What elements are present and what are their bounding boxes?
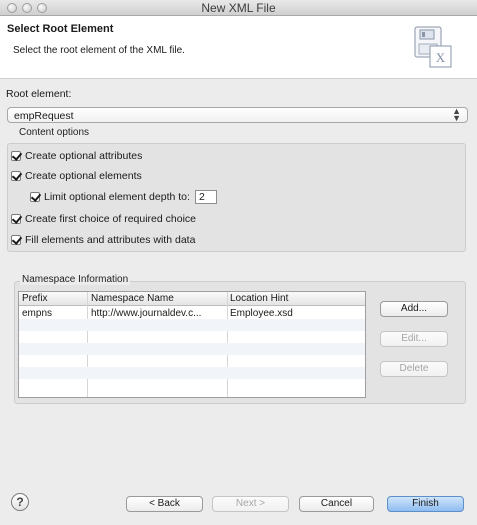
cell-namespace-name: http://www.journaldev.c... (91, 308, 202, 319)
root-element-value: empRequest (14, 110, 74, 122)
checkbox-label: Fill elements and attributes with data (25, 234, 196, 246)
create-first-choice-checkbox[interactable]: Create first choice of required choice (11, 213, 196, 225)
checkbox-label: Create first choice of required choice (25, 213, 196, 225)
checkbox-checked-icon (11, 235, 21, 245)
column-header-namespace-name[interactable]: Namespace Name (91, 293, 174, 304)
next-button[interactable]: Next > (212, 496, 289, 512)
window-titlebar: New XML File (0, 0, 477, 16)
svg-text:X: X (436, 50, 446, 65)
cancel-button[interactable]: Cancel (299, 496, 374, 512)
namespace-legend: Namespace Information (20, 274, 131, 285)
limit-depth-checkbox[interactable]: Limit optional element depth to: 2 (30, 190, 217, 204)
table-row[interactable]: empns http://www.journaldev.c... Employe… (19, 307, 365, 319)
checkbox-checked-icon (11, 171, 21, 181)
back-button[interactable]: < Back (126, 496, 203, 512)
empty-row (19, 343, 365, 355)
namespace-table[interactable]: Prefix Namespace Name Location Hint empn… (18, 291, 366, 398)
checkbox-checked-icon (11, 214, 21, 224)
checkbox-checked-icon (30, 192, 40, 202)
checkbox-label: Create optional elements (25, 170, 142, 182)
checkbox-label: Limit optional element depth to: (44, 191, 190, 203)
cell-prefix: empns (22, 308, 53, 319)
create-optional-elements-checkbox[interactable]: Create optional elements (11, 170, 142, 182)
edit-namespace-button[interactable]: Edit... (380, 331, 448, 347)
column-header-location-hint[interactable]: Location Hint (230, 293, 288, 304)
fill-elements-checkbox[interactable]: Fill elements and attributes with data (11, 234, 195, 246)
select-arrows-icon: ▲ ▼ (452, 106, 461, 123)
delete-namespace-button[interactable]: Delete (380, 361, 448, 377)
cell-location-hint: Employee.xsd (230, 308, 293, 319)
empty-row (19, 367, 365, 379)
root-element-label: Root element: (6, 88, 72, 100)
empty-row (19, 379, 365, 391)
checkbox-label: Create optional attributes (25, 150, 143, 162)
empty-row (19, 331, 365, 343)
root-element-select[interactable]: empRequest ▲ ▼ (7, 107, 468, 123)
column-header-prefix[interactable]: Prefix (22, 293, 48, 304)
create-optional-attributes-checkbox[interactable]: Create optional attributes (11, 150, 142, 162)
page-title: Select Root Element (7, 23, 114, 35)
xml-file-wizard-icon: X (414, 26, 452, 68)
window-title: New XML File (201, 1, 276, 15)
empty-row (19, 319, 365, 331)
add-namespace-button[interactable]: Add... (380, 301, 448, 317)
depth-input[interactable]: 2 (194, 190, 217, 204)
table-header: Prefix Namespace Name Location Hint (19, 292, 365, 306)
finish-button[interactable]: Finish (387, 496, 464, 512)
checkbox-checked-icon (11, 151, 21, 161)
page-description: Select the root element of the XML file. (13, 45, 185, 56)
content-options-legend: Content options (17, 127, 92, 138)
help-icon[interactable]: ? (11, 493, 29, 511)
wizard-header: Select Root Element Select the root elem… (0, 16, 477, 79)
empty-row (19, 355, 365, 367)
